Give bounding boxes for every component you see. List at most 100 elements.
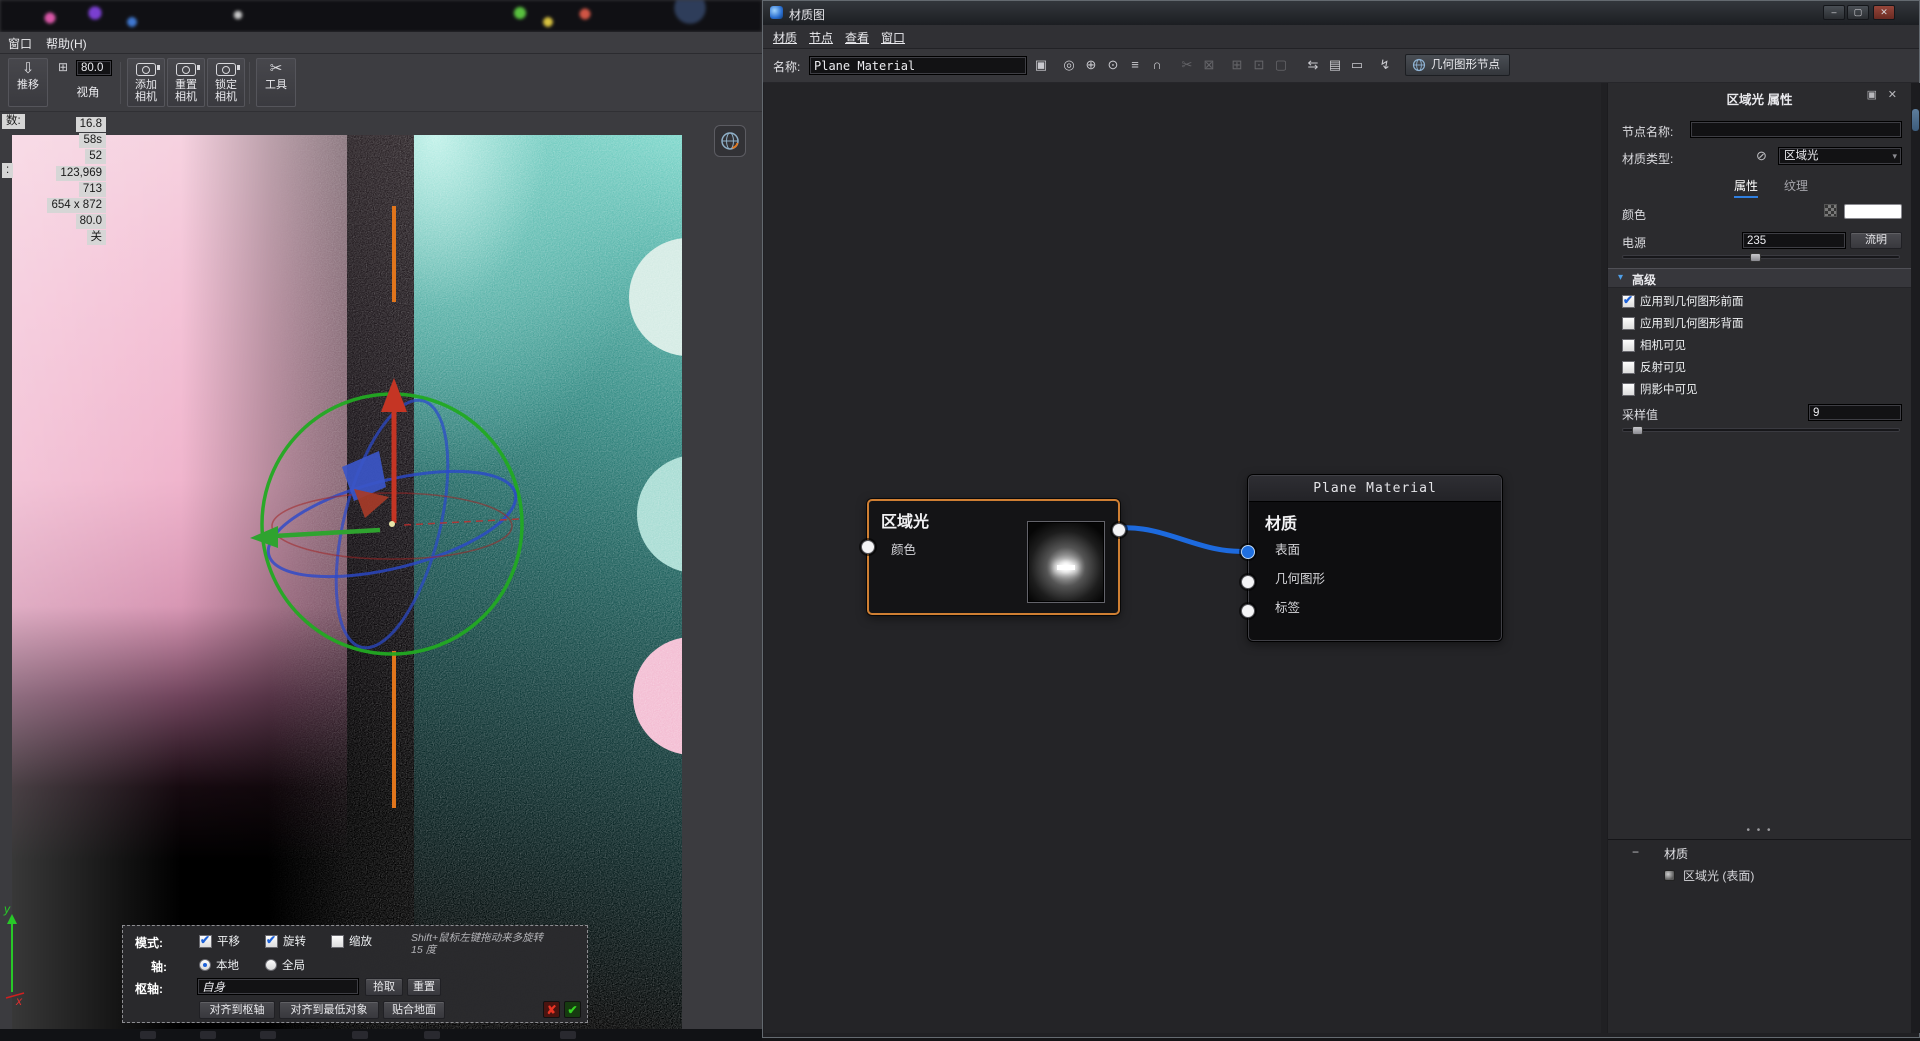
menu-window[interactable]: 窗口 xyxy=(8,35,32,52)
power-slider-track[interactable] xyxy=(1622,255,1900,259)
reset-button[interactable]: 重置 xyxy=(407,978,441,996)
lock-camera-button[interactable]: 锁定相机 xyxy=(207,58,245,107)
node-name-input[interactable] xyxy=(1690,121,1902,138)
panel-scrollbar[interactable] xyxy=(1911,83,1920,1033)
float-panel-icon[interactable]: ▣ xyxy=(1867,88,1877,101)
color-swatch[interactable] xyxy=(1844,204,1902,219)
maximize-button[interactable]: ▢ xyxy=(1847,5,1869,20)
taskbar-icon[interactable] xyxy=(140,1031,156,1039)
samples-slider-handle[interactable] xyxy=(1632,426,1643,435)
globe-button[interactable] xyxy=(714,125,746,157)
magnet-icon[interactable]: ∩ xyxy=(1147,55,1167,75)
cut-icon[interactable]: ✂ xyxy=(1177,55,1197,75)
axis-local[interactable]: 本地 xyxy=(199,957,239,973)
scale-checkbox[interactable] xyxy=(331,935,344,948)
scrollbar-thumb[interactable] xyxy=(1912,109,1919,131)
materials-list-item[interactable]: 区域光 (表面) xyxy=(1664,867,1754,884)
cancel-button[interactable]: ✘ xyxy=(543,1001,560,1018)
option-apply-front[interactable]: 应用到几何图形前面 xyxy=(1622,293,1744,309)
menu-node[interactable]: 节点 xyxy=(809,29,833,46)
panel-close-icon[interactable]: ✕ xyxy=(1888,88,1897,101)
global-radio[interactable] xyxy=(265,959,277,971)
light-output-port[interactable] xyxy=(1112,523,1126,537)
taskbar-icon[interactable] xyxy=(352,1031,368,1039)
target-icon[interactable]: ⊙ xyxy=(1103,55,1123,75)
delete-icon[interactable]: ⊠ xyxy=(1199,55,1219,75)
toggle-translate[interactable]: 平移 xyxy=(199,933,240,949)
add-camera-button[interactable]: 添加相机 xyxy=(127,58,165,107)
copy-icon[interactable]: ⊞ xyxy=(1227,55,1247,75)
option-shadow-visible[interactable]: 阴影中可见 xyxy=(1622,381,1698,397)
filter-icon[interactable]: ≡ xyxy=(1125,55,1145,75)
geometry-node-button[interactable]: 几何图形节点 xyxy=(1405,54,1510,76)
align-lowest-button[interactable]: 对齐到最低对象 xyxy=(279,1001,379,1019)
geometry-input-port[interactable] xyxy=(1241,575,1255,589)
axis-global[interactable]: 全局 xyxy=(265,957,305,973)
toggle-scale[interactable]: 缩放 xyxy=(331,933,372,949)
samples-input[interactable] xyxy=(1808,404,1902,421)
tab-properties[interactable]: 属性 xyxy=(1734,177,1758,198)
rotation-gizmo[interactable] xyxy=(12,135,682,1041)
delete-material-icon[interactable]: ⊘ xyxy=(1756,148,1767,164)
option-camera-visible[interactable]: 相机可见 xyxy=(1622,337,1686,353)
frame-nodes-icon[interactable]: ▭ xyxy=(1347,55,1367,75)
color-input-port[interactable] xyxy=(861,540,875,554)
surface-input-port[interactable] xyxy=(1241,545,1255,559)
zoom-icon[interactable]: ⊕ xyxy=(1081,55,1101,75)
samples-slider-track[interactable] xyxy=(1622,428,1900,432)
taskbar-icon[interactable] xyxy=(560,1031,576,1039)
power-unit-button[interactable]: 流明 xyxy=(1850,232,1902,249)
align-pivot-button[interactable]: 对齐到枢轴 xyxy=(199,1001,275,1019)
option-reflection-visible[interactable]: 反射可见 xyxy=(1622,359,1686,375)
node-graph-canvas[interactable]: 区域光 颜色 Plane Material 材质 表面 几何图形 标签 xyxy=(764,83,1601,1033)
apply-front-checkbox[interactable] xyxy=(1622,295,1635,308)
taskbar-icon[interactable] xyxy=(424,1031,440,1039)
tab-texture[interactable]: 纹理 xyxy=(1784,177,1808,196)
tag-input-port[interactable] xyxy=(1241,604,1255,618)
save-icon[interactable]: ▣ xyxy=(1031,55,1051,75)
close-button[interactable]: ✕ xyxy=(1873,5,1895,20)
translate-checkbox[interactable] xyxy=(199,935,212,948)
minimize-button[interactable]: – xyxy=(1823,5,1845,20)
option-apply-back[interactable]: 应用到几何图形背面 xyxy=(1622,315,1744,331)
confirm-button[interactable]: ✔ xyxy=(564,1001,581,1018)
taskbar-icon[interactable] xyxy=(260,1031,276,1039)
window-titlebar[interactable]: 材质图 – ▢ ✕ xyxy=(763,1,1919,25)
shadow-visible-checkbox[interactable] xyxy=(1622,383,1635,396)
toggle-rotate[interactable]: 旋转 xyxy=(265,933,306,949)
paste-icon[interactable]: ⊡ xyxy=(1249,55,1269,75)
push-button[interactable]: ⇩ 推移 xyxy=(8,58,48,107)
material-type-dropdown[interactable]: 区域光 ▾ xyxy=(1778,147,1902,165)
reset-camera-button[interactable]: 重置相机 xyxy=(167,58,205,107)
material-name-input[interactable] xyxy=(809,56,1027,75)
connect-icon[interactable]: ↯ xyxy=(1375,55,1395,75)
texture-icon[interactable] xyxy=(1824,204,1837,217)
tools-button[interactable]: ✂ 工具 xyxy=(256,58,296,107)
group-nodes-icon[interactable]: ▤ xyxy=(1325,55,1345,75)
local-radio[interactable] xyxy=(199,959,211,971)
pivot-input[interactable] xyxy=(197,978,359,995)
collapse-icon[interactable]: − xyxy=(1632,845,1639,859)
advanced-section-header[interactable]: ▾ 高级 xyxy=(1608,268,1911,288)
panel-splitter-handle[interactable]: • • • xyxy=(1608,825,1911,836)
render-icon[interactable]: ◎ xyxy=(1059,55,1079,75)
rotate-checkbox[interactable] xyxy=(265,935,278,948)
power-slider-handle[interactable] xyxy=(1750,253,1761,262)
3d-viewport[interactable] xyxy=(12,135,682,1041)
plane-material-node[interactable]: Plane Material 材质 表面 几何图形 标签 xyxy=(1248,475,1502,641)
camera-visible-checkbox[interactable] xyxy=(1622,339,1635,352)
duplicate-icon[interactable]: ▢ xyxy=(1271,55,1291,75)
apply-back-checkbox[interactable] xyxy=(1622,317,1635,330)
material-node-header[interactable]: Plane Material xyxy=(1249,476,1501,502)
snap-ground-button[interactable]: 贴合地面 xyxy=(383,1001,445,1019)
fov-input[interactable] xyxy=(76,60,112,76)
menu-help[interactable]: 帮助(H) xyxy=(46,35,87,52)
power-input[interactable] xyxy=(1742,232,1846,249)
menu-material[interactable]: 材质 xyxy=(773,29,797,46)
reflection-visible-checkbox[interactable] xyxy=(1622,361,1635,374)
pick-button[interactable]: 拾取 xyxy=(365,978,403,996)
align-nodes-icon[interactable]: ⇆ xyxy=(1303,55,1323,75)
taskbar-icon[interactable] xyxy=(200,1031,216,1039)
area-light-node[interactable]: 区域光 颜色 xyxy=(867,499,1120,615)
menu-window[interactable]: 窗口 xyxy=(881,29,905,46)
